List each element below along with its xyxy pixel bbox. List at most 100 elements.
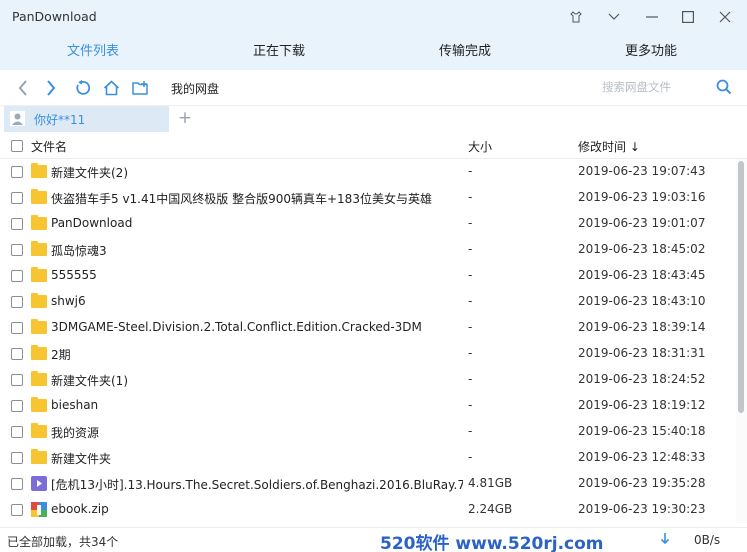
file-name: 侠盗猎车手5 v1.41中国风终极版 整合版900辆真车+183位美女与英雄 xyxy=(51,192,432,206)
file-size: - xyxy=(468,398,473,412)
search-icon[interactable] xyxy=(716,79,732,98)
user-avatar-icon xyxy=(10,111,25,126)
zip-file-icon xyxy=(31,502,47,517)
file-row[interactable]: ebook.zip 2.24GB 2019-06-23 19:30:23 xyxy=(0,497,736,523)
folder-icon xyxy=(31,215,47,230)
account-bar: 你好**11 + xyxy=(0,106,747,132)
file-name: 新建文件夹(2) xyxy=(51,166,128,180)
file-modified-time: 2019-06-23 18:24:52 xyxy=(578,372,706,386)
home-icon[interactable] xyxy=(101,78,121,98)
file-row[interactable]: 2期 - 2019-06-23 18:31:31 xyxy=(0,341,736,367)
file-modified-time: 2019-06-23 18:31:31 xyxy=(578,346,706,360)
maximize-icon[interactable] xyxy=(677,6,699,28)
file-row[interactable]: 3DMGAME-Steel.Division.2.Total.Conflict.… xyxy=(0,315,736,341)
file-modified-time: 2019-06-23 15:40:18 xyxy=(578,424,706,438)
vertical-scrollbar[interactable] xyxy=(736,159,747,523)
file-row[interactable]: shwj6 - 2019-06-23 18:43:10 xyxy=(0,289,736,315)
forward-icon[interactable] xyxy=(41,78,61,98)
file-row[interactable]: bieshan - 2019-06-23 18:19:12 xyxy=(0,393,736,419)
folder-icon xyxy=(31,319,47,334)
file-modified-time: 2019-06-23 19:03:16 xyxy=(578,190,706,204)
row-checkbox[interactable] xyxy=(11,218,23,230)
file-modified-time: 2019-06-23 18:19:12 xyxy=(578,398,706,412)
new-folder-icon[interactable] xyxy=(131,78,151,98)
column-header-size[interactable]: 大小 xyxy=(468,138,492,155)
row-checkbox[interactable] xyxy=(11,296,23,308)
row-checkbox[interactable] xyxy=(11,244,23,256)
row-checkbox[interactable] xyxy=(11,400,23,412)
file-size: - xyxy=(468,164,473,178)
app-title: PanDownload xyxy=(12,9,97,24)
file-row[interactable]: 新建文件夹(2) - 2019-06-23 19:07:43 xyxy=(0,159,736,185)
row-checkbox[interactable] xyxy=(11,452,23,464)
download-speed: 0B/s xyxy=(694,533,721,547)
folder-icon xyxy=(31,449,47,464)
select-all-checkbox[interactable] xyxy=(11,140,23,152)
close-icon[interactable] xyxy=(714,6,736,28)
file-row[interactable]: 新建文件夹(1) - 2019-06-23 18:24:52 xyxy=(0,367,736,393)
folder-icon xyxy=(31,189,47,204)
file-size: 2.24GB xyxy=(468,502,513,516)
row-checkbox[interactable] xyxy=(11,348,23,360)
file-name: PanDownload xyxy=(51,216,133,230)
tab-file-list[interactable]: 文件列表 xyxy=(40,34,146,70)
file-row[interactable]: PanDownload - 2019-06-23 19:01:07 xyxy=(0,211,736,237)
folder-icon xyxy=(31,293,47,308)
file-size: - xyxy=(468,190,473,204)
tab-completed[interactable]: 传输完成 xyxy=(412,34,518,70)
file-modified-time: 2019-06-23 19:35:28 xyxy=(578,476,706,490)
file-modified-time: 2019-06-23 18:39:14 xyxy=(578,320,706,334)
current-path[interactable]: 我的网盘 xyxy=(171,80,219,97)
row-checkbox[interactable] xyxy=(11,426,23,438)
main-tabs: 文件列表 正在下载 传输完成 更多功能 xyxy=(0,34,747,70)
row-checkbox[interactable] xyxy=(11,374,23,386)
file-row[interactable]: 孤岛惊魂3 - 2019-06-23 18:45:02 xyxy=(0,237,736,263)
row-checkbox[interactable] xyxy=(11,322,23,334)
file-name: bieshan xyxy=(51,398,99,412)
column-header-time[interactable]: 修改时间 ↓ xyxy=(578,138,640,155)
file-row[interactable]: 我的资源 - 2019-06-23 15:40:18 xyxy=(0,419,736,445)
back-icon[interactable] xyxy=(13,78,33,98)
file-modified-time: 2019-06-23 18:45:02 xyxy=(578,242,706,256)
status-bar: 已全部加载，共34个 520软件 www.520rj.com 0B/s xyxy=(0,527,747,552)
chevron-down-icon[interactable] xyxy=(603,6,625,28)
file-row[interactable]: 侠盗猎车手5 v1.41中国风终极版 整合版900辆真车+183位美女与英雄 -… xyxy=(0,185,736,211)
file-modified-time: 2019-06-23 19:07:43 xyxy=(578,164,706,178)
file-size: - xyxy=(468,216,473,230)
tab-more-features[interactable]: 更多功能 xyxy=(598,34,704,70)
column-header-name[interactable]: 文件名 xyxy=(31,138,67,155)
folder-icon xyxy=(31,423,47,438)
file-row[interactable]: [危机13小时].13.Hours.The.Secret.Soldiers.of… xyxy=(0,471,736,497)
file-row[interactable]: 新建文件夹 - 2019-06-23 12:48:33 xyxy=(0,445,736,471)
tab-downloading[interactable]: 正在下载 xyxy=(226,34,332,70)
file-name: 3DMGAME-Steel.Division.2.Total.Conflict.… xyxy=(51,320,422,334)
file-modified-time: 2019-06-23 18:43:10 xyxy=(578,294,706,308)
minimize-icon[interactable] xyxy=(641,6,663,28)
row-checkbox[interactable] xyxy=(11,192,23,204)
search-input[interactable] xyxy=(602,80,712,94)
video-file-icon xyxy=(31,476,47,491)
account-tab[interactable]: 你好**11 xyxy=(4,106,169,132)
file-size: - xyxy=(468,346,473,360)
file-size: - xyxy=(468,372,473,386)
file-name: 2期 xyxy=(51,348,71,362)
add-account-icon[interactable]: + xyxy=(176,108,194,128)
refresh-icon[interactable] xyxy=(72,78,92,98)
scrollbar-thumb[interactable] xyxy=(738,161,744,413)
row-checkbox[interactable] xyxy=(11,166,23,178)
file-row[interactable]: 555555 - 2019-06-23 18:43:45 xyxy=(0,263,736,289)
file-modified-time: 2019-06-23 12:48:33 xyxy=(578,450,706,464)
row-checkbox[interactable] xyxy=(11,478,23,490)
folder-icon xyxy=(31,397,47,412)
row-checkbox[interactable] xyxy=(11,504,23,516)
file-size: - xyxy=(468,294,473,308)
toolbar: 我的网盘 xyxy=(0,70,747,106)
file-modified-time: 2019-06-23 18:43:45 xyxy=(578,268,706,282)
file-name: [危机13小时].13.Hours.The.Secret.Soldiers.of… xyxy=(51,478,463,492)
file-size: 4.81GB xyxy=(468,476,513,490)
file-name: 555555 xyxy=(51,268,97,282)
watermark: 520软件 www.520rj.com xyxy=(380,534,604,552)
row-checkbox[interactable] xyxy=(11,270,23,282)
file-size: - xyxy=(468,242,473,256)
skin-icon[interactable] xyxy=(565,6,587,28)
